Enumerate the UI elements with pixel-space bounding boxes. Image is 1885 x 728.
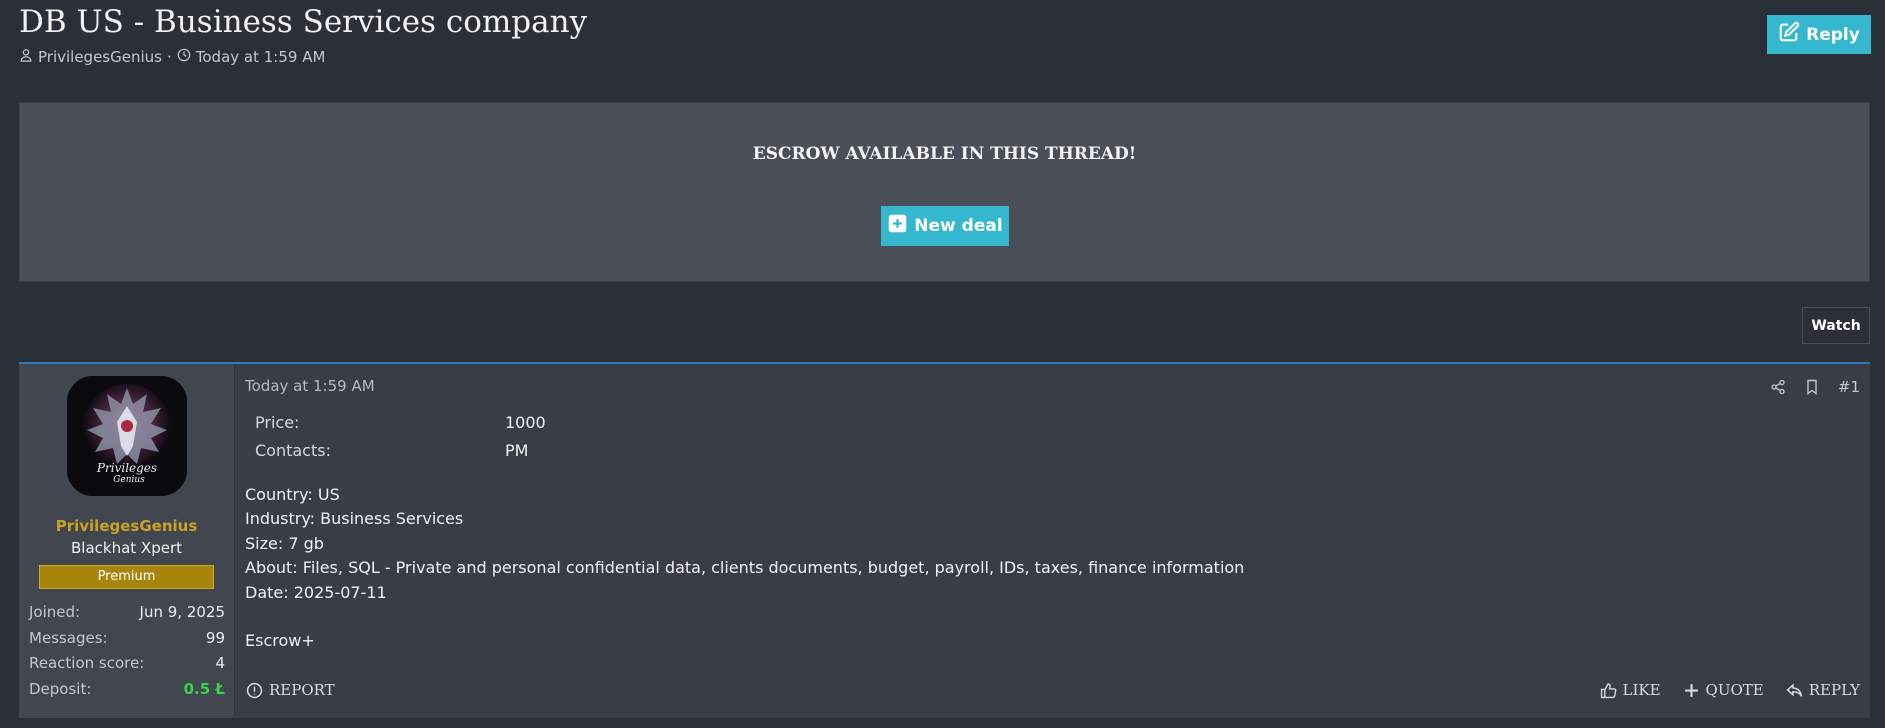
plus-square-icon xyxy=(887,213,908,239)
meta-separator: · xyxy=(166,48,172,66)
report-button[interactable]: REPORT xyxy=(246,681,335,699)
escrow-title: ESCROW AVAILABLE IN THIS THREAD! xyxy=(752,144,1137,164)
post-username[interactable]: PrivilegesGenius xyxy=(19,517,234,535)
post-header-actions: #1 xyxy=(1770,378,1860,396)
reply-button[interactable]: Reply xyxy=(1767,15,1871,54)
stat-value[interactable]: 99 xyxy=(206,626,225,652)
reply-arrow-icon xyxy=(1786,682,1803,699)
info-circle-icon xyxy=(246,682,263,699)
bookmark-icon[interactable] xyxy=(1804,379,1820,395)
user-icon xyxy=(19,48,33,66)
thread-author-link[interactable]: PrivilegesGenius xyxy=(38,48,162,66)
stat-deposit: Deposit: 0.5 Ł xyxy=(29,677,225,703)
new-deal-button[interactable]: New deal xyxy=(881,206,1009,246)
stat-label: Messages: xyxy=(29,628,108,647)
stat-label: Reaction score: xyxy=(29,654,145,673)
edit-icon xyxy=(1778,21,1800,48)
post-date-link[interactable]: Today at 1:59 AM xyxy=(245,377,375,395)
reply-button-label: Reply xyxy=(1806,24,1860,45)
field-label: Price: xyxy=(255,413,300,432)
stat-label: Joined: xyxy=(29,603,81,621)
field-contacts: Contacts: PM xyxy=(255,437,546,465)
stat-label: Deposit: xyxy=(29,679,92,698)
new-deal-label: New deal xyxy=(914,216,1003,236)
field-value: 1000 xyxy=(505,413,546,432)
thread-meta: PrivilegesGenius · Today at 1:59 AM xyxy=(19,48,325,66)
post-body: Country: US Industry: Business Services … xyxy=(245,483,1244,654)
report-label: REPORT xyxy=(269,681,335,699)
body-line: Country: US xyxy=(245,485,340,504)
avatar-text-1: Privileges xyxy=(96,461,157,475)
watch-button[interactable]: Watch xyxy=(1802,307,1870,344)
field-value: PM xyxy=(505,441,529,460)
body-line: Date: 2025-07-11 xyxy=(245,582,387,602)
like-button[interactable]: LIKE xyxy=(1600,681,1661,699)
stat-reaction-score: Reaction score: 4 xyxy=(29,651,225,677)
post-number-link[interactable]: #1 xyxy=(1838,378,1860,396)
stat-value: 4 xyxy=(215,654,225,673)
post-footer-actions: LIKE QUOTE REPLY xyxy=(1600,681,1860,699)
body-line: About: Files, SQL - Private and personal… xyxy=(245,558,1245,578)
quote-label: QUOTE xyxy=(1705,681,1764,699)
thread-time-link[interactable]: Today at 1:59 AM xyxy=(196,48,326,66)
user-title: Blackhat Xpert xyxy=(70,539,182,557)
deposit-value: 0.5 Ł xyxy=(183,679,225,698)
post-fields: Price: 1000 Contacts: PM xyxy=(255,409,546,465)
share-icon[interactable] xyxy=(1770,379,1786,395)
stat-joined: Joined: Jun 9, 2025 xyxy=(29,600,225,626)
body-line: Industry: Business Services xyxy=(245,509,464,529)
premium-badge: Premium xyxy=(39,565,214,589)
post-message: Privileges Genius PrivilegesGenius Black… xyxy=(19,362,1870,718)
like-label: LIKE xyxy=(1622,681,1661,699)
avatar-text-2: Genius xyxy=(113,475,145,485)
field-price: Price: 1000 xyxy=(255,409,546,437)
avatar[interactable]: Privileges Genius xyxy=(67,376,187,496)
post-userbox: Privileges Genius PrivilegesGenius Black… xyxy=(19,364,235,718)
stat-messages: Messages: 99 xyxy=(29,626,225,652)
reply-label: REPLY xyxy=(1808,681,1860,699)
quote-button[interactable]: QUOTE xyxy=(1683,681,1764,699)
stat-value: Jun 9, 2025 xyxy=(139,603,225,621)
clock-icon xyxy=(177,48,191,66)
body-line xyxy=(245,605,1244,629)
body-line: Escrow+ xyxy=(245,631,315,651)
post-reply-button[interactable]: REPLY xyxy=(1786,681,1860,699)
plus-icon xyxy=(1683,682,1700,699)
body-line: Size: 7 gb xyxy=(245,533,324,553)
thumbs-up-icon xyxy=(1600,682,1617,699)
field-label: Contacts: xyxy=(255,441,331,460)
user-stats: Joined: Jun 9, 2025 Messages: 99 Reactio… xyxy=(29,600,225,702)
escrow-banner: ESCROW AVAILABLE IN THIS THREAD! New dea… xyxy=(19,102,1870,282)
thread-title: DB US - Business Services company xyxy=(19,4,588,40)
